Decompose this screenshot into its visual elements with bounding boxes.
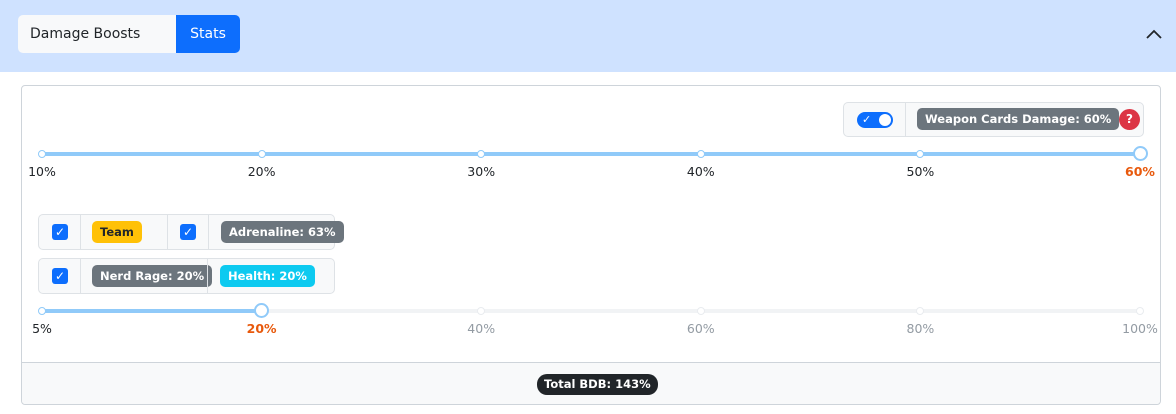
slider-tick-label: 10% <box>28 164 56 179</box>
slider-tick[interactable] <box>38 150 46 158</box>
slider-tick-label: 50% <box>906 164 935 179</box>
slider-thumb[interactable] <box>254 303 270 318</box>
tab-damage-boosts[interactable]: Damage Boosts <box>18 15 176 53</box>
collapse-button[interactable] <box>1142 22 1166 46</box>
toggle-knob <box>879 114 891 126</box>
health-slider[interactable]: 5% 20% 40% 60% 80% 100% <box>32 303 1158 338</box>
nerd-rage-badge: Nerd Rage: 20% <box>92 265 213 287</box>
divider <box>208 215 209 249</box>
weapon-cards-badge: Weapon Cards Damage: 60% <box>917 108 1120 130</box>
weapon-cards-group: ✓ Weapon Cards Damage: 60% ? <box>843 102 1144 137</box>
header-bar: Damage Boosts Stats <box>0 0 1176 72</box>
help-icon[interactable]: ? <box>1119 109 1140 130</box>
nerd-rage-checkbox[interactable]: ✓ <box>52 268 68 284</box>
slider-tick-label: 40% <box>686 164 715 179</box>
adrenaline-checkbox[interactable]: ✓ <box>180 224 196 240</box>
tab-group: Damage Boosts Stats <box>18 15 240 53</box>
slider-tick-label: 40% <box>467 321 496 336</box>
slider-tick-label: 30% <box>467 164 496 179</box>
team-checkbox[interactable]: ✓ <box>52 224 68 240</box>
stats-card: ✓ Weapon Cards Damage: 60% ? 10% 20% 30% 40… <box>21 85 1161 405</box>
adrenaline-badge: Adrenaline: 63% <box>221 221 344 243</box>
slider-tick[interactable] <box>477 150 486 158</box>
divider <box>905 103 906 136</box>
slider-tick-label: 20% <box>247 164 276 179</box>
weapon-cards-toggle[interactable]: ✓ <box>857 112 893 128</box>
slider-tick[interactable] <box>257 150 266 158</box>
divider <box>207 259 208 293</box>
card-footer: Total BDB: 143% <box>22 362 1160 404</box>
slider-tick[interactable] <box>696 307 705 315</box>
slider-tick[interactable] <box>916 307 925 315</box>
slider-tick[interactable] <box>477 307 486 315</box>
slider-tick-label: 100% <box>1122 321 1158 336</box>
team-adrenaline-group: ✓ Team ✓ Adrenaline: 63% <box>38 214 344 250</box>
slider-fill <box>42 152 1140 156</box>
health-badge: Health: 20% <box>220 265 315 287</box>
nerd-rage-health-group: ✓ Nerd Rage: 20% Health: 20% <box>38 258 335 294</box>
slider-tick-label: 5% <box>32 321 52 336</box>
total-bdb-badge: Total BDB: 143% <box>537 374 658 395</box>
slider-tick-label: 60% <box>686 321 715 336</box>
slider-tick-label: 20% <box>246 321 277 336</box>
slider-tick[interactable] <box>38 307 46 315</box>
slider-tick[interactable] <box>696 150 705 158</box>
slider-fill <box>42 309 262 313</box>
weapon-cards-slider[interactable]: 10% 20% 30% 40% 50% 60% <box>28 146 1155 181</box>
slider-tick[interactable] <box>916 150 925 158</box>
slider-tick-label: 80% <box>906 321 935 336</box>
divider <box>167 215 168 249</box>
slider-tick-label: 60% <box>1125 164 1155 179</box>
divider <box>80 215 81 249</box>
divider <box>80 259 81 293</box>
team-badge: Team <box>92 221 142 243</box>
slider-tick[interactable] <box>1136 307 1144 315</box>
check-icon: ✓ <box>862 113 872 126</box>
chevron-up-icon <box>1146 29 1162 39</box>
slider-thumb[interactable] <box>1132 146 1148 161</box>
tab-stats[interactable]: Stats <box>176 15 240 53</box>
